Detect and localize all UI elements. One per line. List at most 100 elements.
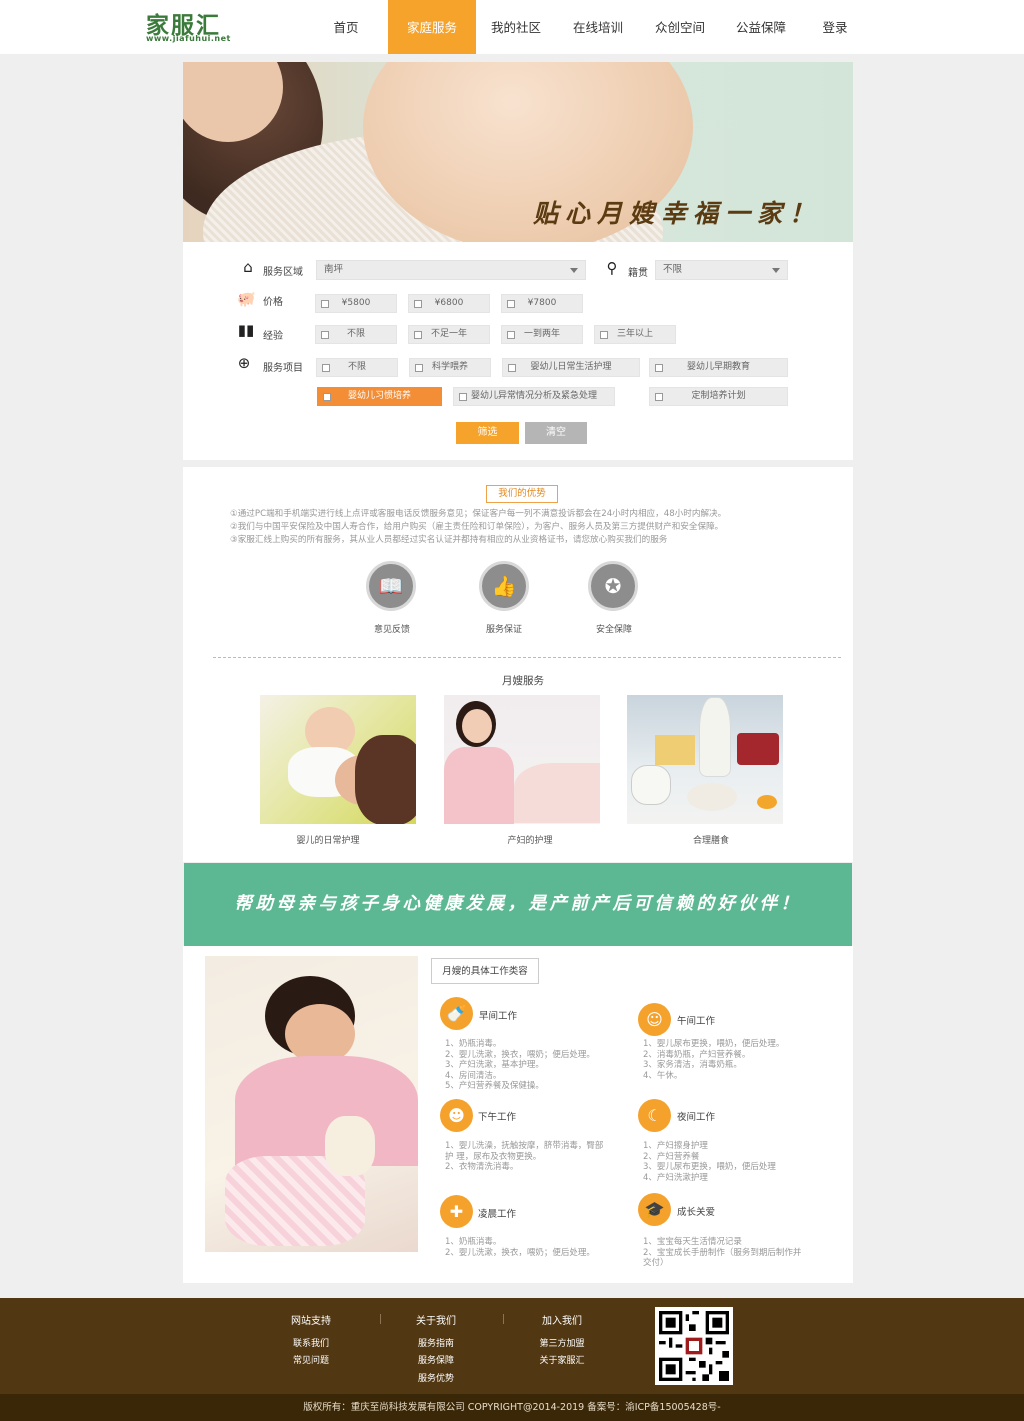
nurse-face — [462, 709, 492, 743]
filter-button[interactable]: 筛选 — [456, 422, 519, 444]
service-option[interactable]: 婴幼儿异常情况分析及紧急处理 — [453, 387, 615, 406]
guarantee-seal-icon: ✪ — [588, 561, 638, 611]
footer-link[interactable]: 联系我们 — [275, 1336, 347, 1349]
origin-value: 不限 — [663, 264, 683, 275]
mother-care-photo[interactable] — [444, 695, 600, 824]
diet-photo[interactable] — [627, 695, 783, 824]
service-option-selected[interactable]: 婴幼儿习惯培养 — [317, 387, 442, 406]
filter-panel: ⌂ 服务区域 南坪 ⚲ 籍贯 不限 🐖 价格 ¥5800 ¥6800 ¥7800… — [183, 242, 853, 460]
egg — [757, 795, 777, 809]
service-label: 服务项目 — [263, 363, 303, 374]
meat — [737, 733, 779, 765]
mother-care-label: 产妇的护理 — [507, 836, 553, 846]
diet-label: 合理膳食 — [692, 836, 729, 846]
logo-url: www.jiafuhui.net — [146, 34, 231, 43]
work-list: 1、宝宝每天生活情况记录 2、宝宝成长手册制作（服务到期后制作并 交付） — [643, 1237, 802, 1268]
service-option[interactable]: 婴幼儿早期教育 — [649, 358, 788, 377]
house-icon: ⌂ — [243, 258, 253, 276]
graduation-cap-icon: 🎓 — [638, 1193, 671, 1226]
work-list: 1、婴儿洗澡，抚触按摩，脐带消毒，臀部 护 理，尿布及衣物更换。 2、衣物清洗消毒… — [445, 1141, 604, 1172]
footer-link[interactable]: 服务指南 — [400, 1336, 472, 1349]
location-pin-icon: ⚲ — [606, 259, 618, 277]
baby-outfit — [325, 1116, 375, 1176]
baby-care-photo[interactable] — [260, 695, 416, 824]
region-select[interactable]: 南坪 — [316, 260, 586, 280]
footer-link[interactable]: 关于家服汇 — [526, 1353, 598, 1366]
thumbs-up-icon: 👍 — [479, 561, 529, 611]
safety-label: 安全保障 — [595, 625, 632, 635]
experience-option[interactable]: 三年以上 — [594, 325, 676, 344]
footer-separator — [503, 1314, 504, 1324]
services-title: 月嫂服务 — [502, 675, 544, 687]
advantages-section: 我们的优势 ①通过PC端和手机端实进行线上点评或客服电话反馈服务意见；保证客户每… — [183, 467, 853, 862]
baby-icon: ☺ — [638, 1003, 671, 1036]
origin-select[interactable]: 不限 — [655, 260, 788, 280]
clear-button[interactable]: 清空 — [525, 422, 587, 444]
footer-link[interactable]: 第三方加盟 — [526, 1336, 598, 1349]
bar-chart-icon: ▮▮ — [237, 321, 255, 339]
nurse-uniform — [444, 747, 514, 824]
work-title: 午间工作 — [677, 1016, 716, 1027]
piggy-bank-icon: 🐖 — [237, 290, 256, 308]
nav-login[interactable]: 登录 — [808, 0, 862, 54]
nav-welfare[interactable]: 公益保障 — [724, 0, 798, 54]
service-option[interactable]: 不限 — [316, 358, 398, 377]
footer-link[interactable]: 常见问题 — [275, 1353, 347, 1366]
globe-icon: ⊕ — [237, 354, 251, 372]
experience-option[interactable]: 一到两年 — [501, 325, 583, 344]
qr-code-icon — [659, 1311, 729, 1381]
origin-label: 籍贯 — [628, 268, 648, 279]
service-option[interactable]: 婴幼儿日常生活护理 — [502, 358, 640, 377]
work-title: 夜间工作 — [677, 1112, 716, 1123]
first-aid-icon: ✚ — [440, 1195, 473, 1228]
work-title: 早间工作 — [479, 1011, 518, 1022]
slogan-banner: 帮助母亲与孩子身心健康发展，是产前产后可信赖的好伙伴！ — [184, 863, 852, 946]
nav-coworking[interactable]: 众创空间 — [644, 0, 716, 54]
work-content-tab[interactable]: 月嫂的具体工作类容 — [431, 958, 539, 984]
moon-baby-icon: ☾ — [638, 1099, 671, 1132]
work-section: 月嫂的具体工作类容 🍼 早间工作 1、奶瓶消毒。 2、婴儿洗漱，换衣，喂奶；便后处… — [183, 946, 853, 1283]
feedback-label: 意见反馈 — [373, 625, 410, 635]
nav-my-community[interactable]: 我的社区 — [480, 0, 552, 54]
service-guarantee-label: 服务保证 — [485, 625, 522, 635]
region-label: 服务区域 — [263, 267, 303, 278]
work-title: 凌晨工作 — [478, 1209, 517, 1220]
cheese — [655, 735, 695, 765]
footer-link[interactable]: 服务优势 — [400, 1371, 472, 1384]
service-option[interactable]: 科学喂养 — [409, 358, 491, 377]
cottage-cheese — [687, 783, 737, 811]
bottle-icon: 🍼 — [440, 997, 473, 1030]
qr-code — [655, 1307, 733, 1385]
milk-bottle — [699, 697, 731, 777]
work-list: 1、奶瓶消毒。 2、婴儿洗漱，换衣，喂奶；便后处理。 3、产妇洗漱，基本护理。 4、房… — [445, 1039, 595, 1091]
nav-home[interactable]: 首页 — [310, 0, 382, 54]
experience-option[interactable]: 不限 — [315, 325, 397, 344]
mother-hair — [355, 735, 416, 824]
experience-option[interactable]: 不足一年 — [408, 325, 490, 344]
price-option[interactable]: ¥5800 — [315, 294, 397, 313]
advantages-title: 我们的优势 — [486, 485, 558, 503]
nanny-photo — [205, 956, 418, 1252]
book-icon: 📖 — [366, 561, 416, 611]
chevron-down-icon — [570, 268, 578, 273]
work-title: 下午工作 — [478, 1112, 517, 1123]
footer-link[interactable]: 服务保障 — [400, 1353, 472, 1366]
nav-online-training[interactable]: 在线培训 — [562, 0, 634, 54]
patient-bed — [514, 763, 600, 823]
site-header: 家服汇 www.jiafuhui.net 首页 家庭服务 我的社区 在线培训 众… — [0, 0, 1024, 54]
baby-care-label: 婴儿的日常护理 — [296, 836, 360, 846]
work-list: 1、婴儿尿布更换，喂奶，便后处理。 2、消毒奶瓶，产妇营养餐。 3、家务清洁，消毒奶… — [643, 1039, 785, 1081]
nav-family-service[interactable]: 家庭服务 — [388, 0, 476, 54]
hero-banner: 贴心月嫂幸福一家！ — [183, 62, 853, 242]
footer-col-title: 关于我们 — [416, 1316, 456, 1327]
copyright: 版权所有：重庆至尚科技发展有限公司 COPYRIGHT@2014-2019 备案… — [0, 1394, 1024, 1421]
price-option[interactable]: ¥6800 — [408, 294, 490, 313]
chevron-down-icon — [772, 268, 780, 273]
advantage-line: ②我们与中国平安保险及中国人寿合作，给用户购买（雇主责任险和订单保险），为客户、… — [230, 522, 724, 532]
site-footer: 网站支持 联系我们 常见问题 关于我们 服务指南 服务保障 服务优势 加入我们 … — [0, 1298, 1024, 1394]
advantage-line: ③家服汇线上购买的所有服务，其从业人员都经过实名认证并都持有相应的从业资格证书，… — [230, 535, 668, 545]
price-label: 价格 — [263, 297, 283, 308]
advantage-line: ①通过PC端和手机端实进行线上点评或客服电话反馈服务意见；保证客户每一列不满意投… — [230, 509, 727, 519]
price-option[interactable]: ¥7800 — [501, 294, 583, 313]
service-option[interactable]: 定制培养计划 — [649, 387, 788, 406]
